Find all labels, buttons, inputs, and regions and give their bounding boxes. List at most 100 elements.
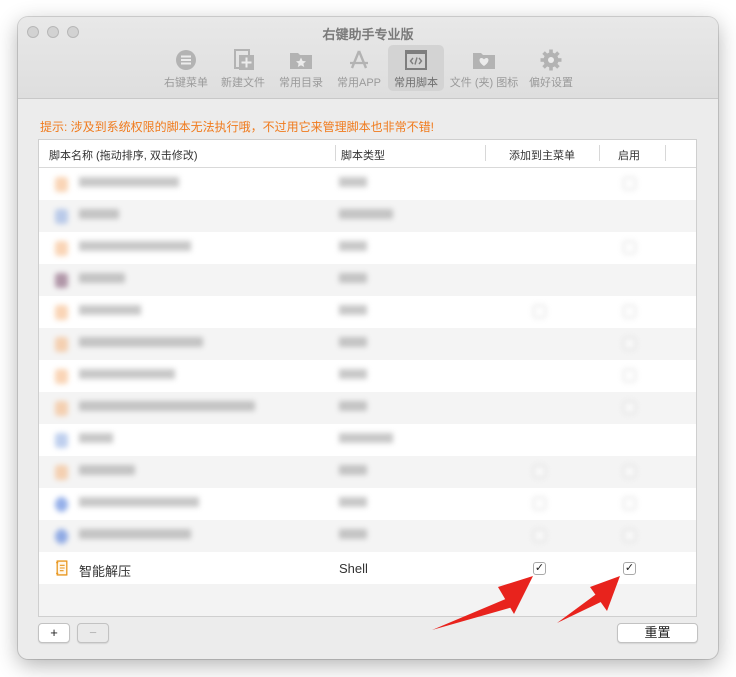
table-row-blurred[interactable] bbox=[39, 392, 696, 424]
add-to-menu-checkbox bbox=[533, 465, 546, 478]
script-file-icon bbox=[55, 305, 68, 320]
obscured-name bbox=[79, 401, 255, 411]
new-file-icon bbox=[234, 49, 254, 70]
table-row-blurred[interactable] bbox=[39, 424, 696, 456]
table-row-blurred[interactable] bbox=[39, 296, 696, 328]
script-file-icon bbox=[55, 369, 68, 384]
column-divider bbox=[485, 145, 486, 161]
obscured-type bbox=[339, 241, 367, 251]
obscured-type bbox=[339, 401, 367, 411]
gear-icon bbox=[540, 49, 562, 71]
column-divider bbox=[665, 145, 666, 161]
script-type: Shell bbox=[339, 561, 368, 576]
star-folder-icon bbox=[290, 53, 312, 69]
obscured-type bbox=[339, 305, 367, 315]
enabled-checkbox bbox=[623, 337, 636, 350]
enabled-checkbox bbox=[623, 401, 636, 414]
script-file-icon bbox=[56, 560, 68, 576]
obscured-name bbox=[79, 433, 113, 443]
script-file-icon bbox=[55, 401, 68, 416]
enabled-checkbox bbox=[623, 497, 636, 510]
tab-label: 常用脚本 bbox=[394, 77, 438, 89]
tab-label: 右键菜单 bbox=[164, 77, 208, 89]
obscured-name bbox=[79, 337, 203, 347]
tab-label: 偏好设置 bbox=[529, 77, 573, 89]
script-file-icon bbox=[55, 337, 68, 352]
enabled-checkbox bbox=[623, 529, 636, 542]
table-row-blurred[interactable] bbox=[39, 264, 696, 296]
enabled-checkbox bbox=[623, 465, 636, 478]
tab-context-menu[interactable]: 右键菜单 bbox=[160, 45, 212, 91]
tab-label: 新建文件 bbox=[221, 77, 265, 89]
app-icon bbox=[55, 497, 68, 512]
table-row-blurred[interactable] bbox=[39, 520, 696, 552]
add-to-menu-checkbox bbox=[533, 497, 546, 510]
obscured-type bbox=[339, 369, 367, 379]
add-script-button[interactable]: + bbox=[38, 623, 70, 643]
tab-preferences[interactable]: 偏好设置 bbox=[524, 45, 578, 91]
obscured-name bbox=[79, 209, 119, 219]
table-row-blurred[interactable] bbox=[39, 168, 696, 200]
hint-text: 提示: 涉及到系统权限的脚本无法执行哦，不过用它来管理脚本也非常不错! bbox=[40, 120, 435, 134]
add-to-menu-checkbox bbox=[533, 529, 546, 542]
script-icon bbox=[405, 50, 427, 70]
obscured-type bbox=[339, 433, 393, 443]
obscured-type bbox=[339, 177, 367, 187]
table-row-blurred[interactable] bbox=[39, 200, 696, 232]
toolbar: 右键菜单 新建文件 常用目录 常用APP 常用脚本 文件 (夹) 图标 偏好设置 bbox=[18, 45, 718, 93]
obscured-name bbox=[79, 497, 199, 507]
enabled-checkbox bbox=[623, 241, 636, 254]
table-header: 脚本名称 (拖动排序, 双击修改) 脚本类型 添加到主菜单 启用 bbox=[39, 140, 696, 168]
tab-new-file[interactable]: 新建文件 bbox=[216, 45, 270, 91]
add-to-menu-checkbox bbox=[533, 305, 546, 318]
column-divider bbox=[599, 145, 600, 161]
tab-label: 常用目录 bbox=[279, 77, 323, 89]
script-file-icon bbox=[55, 465, 68, 480]
column-header-enabled[interactable]: 启用 bbox=[618, 147, 640, 163]
enabled-checkbox[interactable]: ✓ bbox=[623, 562, 636, 575]
table-row-blurred[interactable] bbox=[39, 232, 696, 264]
column-header-type[interactable]: 脚本类型 bbox=[341, 147, 385, 163]
obscured-type bbox=[339, 529, 367, 539]
table-row-blurred[interactable] bbox=[39, 328, 696, 360]
tab-common-folders[interactable]: 常用目录 bbox=[274, 45, 328, 91]
table-row-blurred[interactable] bbox=[39, 488, 696, 520]
tab-label: 常用APP bbox=[336, 77, 381, 89]
obscured-name bbox=[79, 529, 191, 539]
column-header-add-to-menu[interactable]: 添加到主菜单 bbox=[509, 147, 575, 163]
list-icon bbox=[176, 50, 196, 70]
scripts-table[interactable]: 脚本名称 (拖动排序, 双击修改) 脚本类型 添加到主菜单 启用 智能解压 Sh… bbox=[38, 139, 697, 617]
column-divider bbox=[335, 145, 336, 161]
tab-common-scripts[interactable]: 常用脚本 bbox=[388, 45, 444, 91]
reset-button[interactable]: 重置 bbox=[617, 623, 698, 643]
window-title: 右键助手专业版 bbox=[322, 27, 414, 42]
tab-file-folder-icons[interactable]: 文件 (夹) 图标 bbox=[448, 45, 520, 91]
enabled-checkbox bbox=[623, 369, 636, 382]
app-store-icon bbox=[350, 50, 368, 69]
obscured-name bbox=[79, 305, 141, 315]
applescript-icon bbox=[55, 209, 68, 224]
heart-folder-icon bbox=[473, 53, 495, 69]
obscured-name bbox=[79, 465, 135, 475]
table-row-blurred[interactable] bbox=[39, 360, 696, 392]
table-row-smart-unzip[interactable]: 智能解压 Shell ✓ ✓ bbox=[39, 552, 696, 584]
enabled-checkbox bbox=[623, 177, 636, 190]
add-to-menu-checkbox[interactable]: ✓ bbox=[533, 562, 546, 575]
column-header-name[interactable]: 脚本名称 (拖动排序, 双击修改) bbox=[49, 147, 198, 163]
title-bar: 右键助手专业版 右键菜单 新建文件 常用目录 常用APP 常用脚本 文件 (夹)… bbox=[18, 17, 718, 99]
obscured-type bbox=[339, 465, 367, 475]
enabled-checkbox bbox=[623, 305, 636, 318]
app-icon bbox=[55, 273, 68, 288]
script-name: 智能解压 bbox=[79, 564, 132, 579]
tab-label: 文件 (夹) 图标 bbox=[449, 77, 519, 89]
obscured-name bbox=[79, 241, 191, 251]
obscured-name bbox=[79, 273, 125, 283]
app-window: 右键助手专业版 右键菜单 新建文件 常用目录 常用APP 常用脚本 文件 (夹)… bbox=[18, 17, 718, 659]
table-row-blurred[interactable] bbox=[39, 456, 696, 488]
tab-common-apps[interactable]: 常用APP bbox=[332, 45, 386, 91]
obscured-name bbox=[79, 177, 179, 187]
obscured-type bbox=[339, 337, 367, 347]
script-file-icon bbox=[55, 241, 68, 256]
obscured-type bbox=[339, 273, 367, 283]
remove-script-button[interactable]: − bbox=[77, 623, 109, 643]
